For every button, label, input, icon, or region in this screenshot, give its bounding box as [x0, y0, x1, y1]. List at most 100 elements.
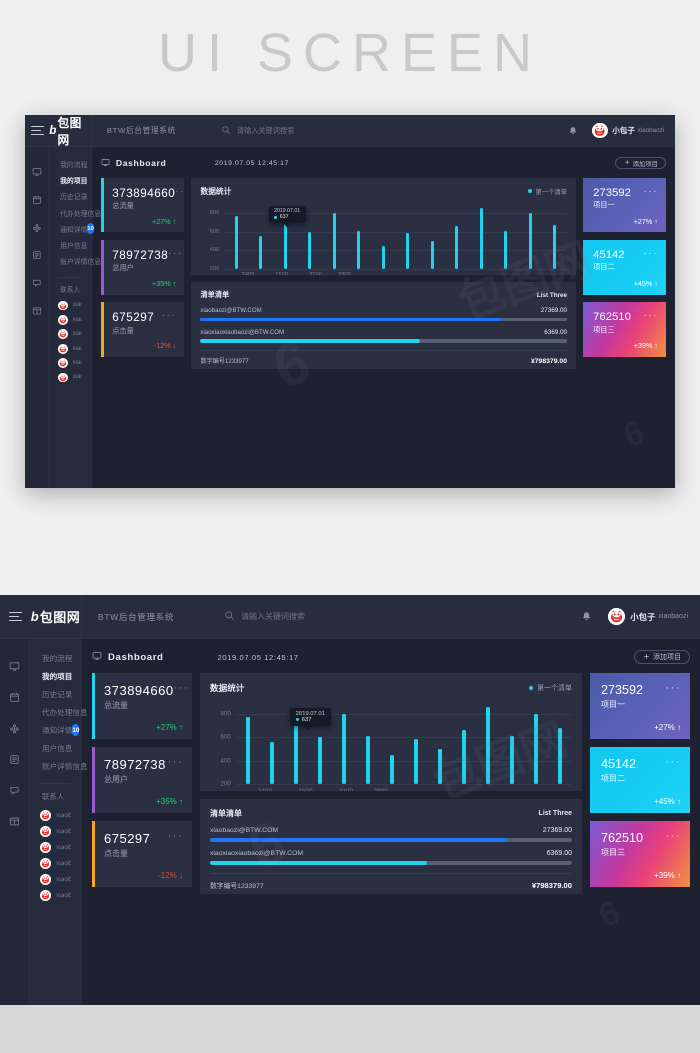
chart-bar[interactable]: [528, 213, 532, 269]
sidebar-item-2[interactable]: 我的项目: [30, 667, 81, 685]
card-more-button[interactable]: ···: [175, 186, 184, 197]
chart-bar[interactable]: [479, 208, 483, 269]
sidebar-item-7[interactable]: 账户详情信息: [30, 757, 88, 775]
chart-bar[interactable]: [381, 245, 385, 269]
contact-list-item[interactable]: xiaobaozi: [30, 871, 81, 887]
avatar[interactable]: [592, 122, 608, 139]
search-box[interactable]: 请输入关键词搜索: [224, 608, 305, 626]
stat-card[interactable]: 675297 ··· 点击量 -12% ↓: [92, 821, 192, 887]
contact-list-item[interactable]: xiaobaozi: [30, 807, 81, 823]
list-icon[interactable]: [9, 754, 20, 765]
chart-bar[interactable]: [366, 735, 370, 784]
chart-bar[interactable]: [534, 713, 538, 784]
sidebar-item-4[interactable]: 代办处理信息: [30, 703, 88, 721]
card-more-button[interactable]: ···: [162, 310, 176, 321]
project-card[interactable]: 762510 ··· 项目三 +39% ↑: [583, 301, 666, 357]
stat-card[interactable]: 373894660 ··· 总流量 +27% ↑: [92, 673, 192, 739]
chart-bar[interactable]: [390, 754, 394, 784]
menu-toggle-button[interactable]: [0, 595, 30, 638]
contact-list-item[interactable]: xiaobaozibaozi: [49, 341, 91, 355]
list-icon[interactable]: [32, 250, 42, 260]
chart-bar[interactable]: [438, 749, 442, 784]
stat-card[interactable]: 78972738 ··· 总用户 +35% ↑: [92, 747, 192, 813]
card-more-button[interactable]: ···: [666, 757, 682, 768]
chart-bar[interactable]: [342, 713, 346, 784]
card-more-button[interactable]: ···: [168, 831, 184, 842]
chart-bar[interactable]: [553, 224, 557, 269]
card-more-button[interactable]: ···: [644, 248, 658, 259]
card-more-button[interactable]: ···: [644, 186, 658, 197]
puzzle-icon[interactable]: [9, 723, 20, 734]
sidebar-item-2[interactable]: 我的项目: [49, 172, 91, 188]
sidebar-item-1[interactable]: 我的流程: [30, 649, 81, 667]
chart-bar[interactable]: [259, 235, 263, 269]
contact-list-item[interactable]: xiaobaozibaozi: [30, 823, 81, 839]
chart-bar[interactable]: [414, 738, 418, 784]
card-more-button[interactable]: ···: [666, 683, 682, 694]
card-more-button[interactable]: ···: [168, 757, 184, 768]
chart-bar[interactable]: [318, 737, 322, 784]
search-input[interactable]: 请输入关键词搜索: [241, 611, 305, 622]
chart-bar[interactable]: [294, 722, 298, 784]
chart-bar[interactable]: [234, 215, 238, 269]
sidebar-item-6[interactable]: 用户信息: [30, 739, 81, 757]
chart-bar[interactable]: [357, 230, 361, 269]
brand-logo[interactable]: b 包图网: [49, 115, 93, 147]
brand-logo[interactable]: b 包图网: [30, 595, 82, 638]
add-project-button[interactable]: 添加项目: [615, 156, 666, 170]
list-item[interactable]: xiaoxiaoxiaobaozi@BTW.COM 6369.00: [210, 850, 572, 865]
stat-card[interactable]: 373894660 ··· 总流量 +27% ↑: [101, 177, 185, 233]
chart-bar[interactable]: [486, 707, 490, 784]
chart-legend[interactable]: 第一个清单: [529, 683, 572, 693]
search-input[interactable]: 请输入关键词搜索: [237, 126, 295, 136]
chart-bar[interactable]: [406, 233, 410, 269]
calendar-icon[interactable]: [9, 692, 20, 703]
chart-bar[interactable]: [430, 241, 434, 269]
chat-icon[interactable]: [32, 278, 42, 288]
contact-list-item[interactable]: xiaobaozibaozi: [30, 855, 81, 871]
search-box[interactable]: 请输入关键词搜索: [221, 122, 294, 140]
contact-list-item[interactable]: xiaobaozi: [30, 839, 81, 855]
project-card[interactable]: 762510 ··· 项目三 +39% ↑: [590, 821, 690, 887]
sidebar-item-7[interactable]: 账户详情信息: [49, 253, 101, 269]
sidebar-item-1[interactable]: 我的流程: [49, 156, 91, 172]
stat-card[interactable]: 78972738 ··· 总用户 +35% ↑: [101, 239, 185, 295]
project-card[interactable]: 273592 ··· 项目一 +27% ↑: [590, 673, 690, 739]
card-more-button[interactable]: ···: [666, 831, 682, 842]
chart-bar[interactable]: [283, 220, 287, 269]
project-card[interactable]: 45142 ··· 项目二 +45% ↑: [590, 747, 690, 813]
bell-icon[interactable]: [581, 611, 592, 622]
chart-bar[interactable]: [510, 736, 514, 784]
chart-bar[interactable]: [308, 231, 312, 269]
chart-legend[interactable]: 第一个清单: [527, 187, 567, 196]
avatar[interactable]: [608, 608, 626, 625]
contact-list-item[interactable]: xiaobaozi: [49, 298, 91, 312]
sidebar-item-6[interactable]: 用户信息: [49, 237, 91, 253]
add-project-button[interactable]: 添加项目: [634, 650, 690, 664]
card-more-button[interactable]: ···: [168, 248, 182, 259]
list-item[interactable]: xiaoxiaoxiaobaozi@BTW.COM 6369.00: [200, 329, 568, 343]
card-more-button[interactable]: ···: [644, 310, 658, 321]
window-icon[interactable]: [32, 306, 42, 316]
contact-list-item[interactable]: xiaobaozibaozi: [49, 370, 91, 384]
chart-bar[interactable]: [558, 728, 562, 784]
contact-list-item[interactable]: xiaobaozibaozi: [49, 313, 91, 327]
contact-list-item[interactable]: xiaobaozi: [49, 356, 91, 370]
chart-bar[interactable]: [504, 230, 508, 269]
list-item[interactable]: xiaobaozi@BTW.COM 27369.00: [210, 827, 572, 842]
chart-bar[interactable]: [455, 225, 459, 269]
project-card[interactable]: 273592 ··· 项目一 +27% ↑: [583, 177, 666, 233]
contact-list-item[interactable]: xiaobaozibaozi: [30, 887, 81, 903]
sidebar-item-3[interactable]: 历史记录: [30, 685, 81, 703]
sidebar-item-5[interactable]: 通知详情 10: [49, 221, 94, 237]
window-icon[interactable]: [9, 816, 20, 827]
sidebar-item-5[interactable]: 通知详情 10: [30, 721, 81, 739]
monitor-icon[interactable]: [9, 661, 20, 672]
calendar-icon[interactable]: [32, 195, 42, 205]
contact-list-item[interactable]: xiaobaozi: [49, 327, 91, 341]
monitor-icon[interactable]: [32, 167, 42, 177]
chat-icon[interactable]: [9, 785, 20, 796]
puzzle-icon[interactable]: [32, 223, 42, 233]
chart-bar[interactable]: [462, 729, 466, 784]
list-item[interactable]: xiaobaozi@BTW.COM 27369.00: [200, 307, 568, 322]
